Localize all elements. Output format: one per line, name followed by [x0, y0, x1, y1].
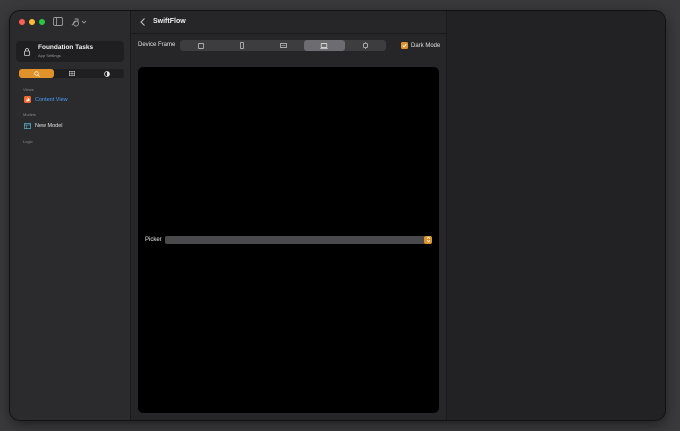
ipad-icon: [197, 42, 204, 49]
minimize-window-button[interactable]: [29, 19, 35, 25]
dark-mode-checkbox[interactable]: [401, 42, 408, 49]
checkmark-icon: [402, 43, 407, 48]
sidebar-segmented-control: [19, 69, 124, 78]
window-controls: [19, 19, 45, 25]
section-label-models: Models: [23, 112, 36, 117]
app-window: Foundation Tasks App Settings Views Cont…: [10, 11, 665, 420]
sidebar: Foundation Tasks App Settings Views Cont…: [10, 11, 131, 420]
section-label-views: Views: [23, 87, 34, 92]
device-iphone[interactable]: [221, 40, 262, 51]
project-subtitle: App Settings: [38, 52, 61, 58]
dark-mode-label: Dark Mode: [411, 42, 441, 49]
chevron-up-down-icon: [426, 236, 430, 243]
picker-label: Picker: [145, 236, 162, 243]
project-card[interactable]: Foundation Tasks App Settings: [16, 41, 124, 62]
project-title: Foundation Tasks: [38, 44, 94, 52]
table-icon: [24, 122, 31, 129]
section-label-logic: Logic: [23, 139, 33, 144]
magnifier-icon: [33, 70, 40, 77]
tv-icon: [279, 43, 287, 48]
preview-toolbar: Device Frame Dark Mode: [131, 39, 446, 53]
device-frame-selector: [180, 40, 386, 51]
zoom-window-button[interactable]: [39, 19, 45, 25]
device-tv[interactable]: [262, 40, 303, 51]
sidebar-item-content-view[interactable]: Content View: [24, 95, 68, 104]
main-area: SwiftFlow Device Frame Dark Mode Picker: [131, 11, 446, 420]
iphone-icon: [239, 42, 244, 49]
picker-field[interactable]: [165, 235, 432, 244]
close-window-button[interactable]: [19, 19, 25, 25]
picker-control[interactable]: Picker: [145, 235, 432, 244]
seg-search[interactable]: [19, 69, 54, 78]
titlebar: SwiftFlow: [131, 11, 446, 34]
sidebar-toggle-icon[interactable]: [53, 17, 63, 26]
grid-icon: [68, 71, 75, 76]
window-title: SwiftFlow: [153, 18, 186, 25]
device-frame-label: Device Frame: [138, 42, 176, 48]
device-ipad[interactable]: [180, 40, 221, 51]
sidebar-item-label: Content View: [35, 96, 68, 103]
device-laptop[interactable]: [303, 40, 345, 51]
hammer-menu-icon[interactable]: [70, 17, 88, 27]
sidebar-item-new-model[interactable]: New Model: [24, 121, 63, 130]
picker-stepper-button[interactable]: [424, 235, 432, 244]
seg-appearance[interactable]: [89, 69, 124, 78]
contrast-icon: [103, 70, 110, 77]
sidebar-item-label: New Model: [35, 122, 63, 129]
watch-icon: [363, 42, 368, 49]
chevron-left-icon[interactable]: [139, 17, 147, 27]
inspector-panel: [446, 11, 665, 420]
device-watch[interactable]: [345, 40, 386, 51]
laptop-icon: [320, 42, 329, 49]
preview-canvas: Picker: [138, 67, 439, 413]
dark-mode-toggle[interactable]: Dark Mode: [401, 42, 440, 49]
seg-grid[interactable]: [54, 69, 89, 78]
project-lock-icon: [19, 47, 35, 56]
swift-icon: [24, 96, 31, 103]
